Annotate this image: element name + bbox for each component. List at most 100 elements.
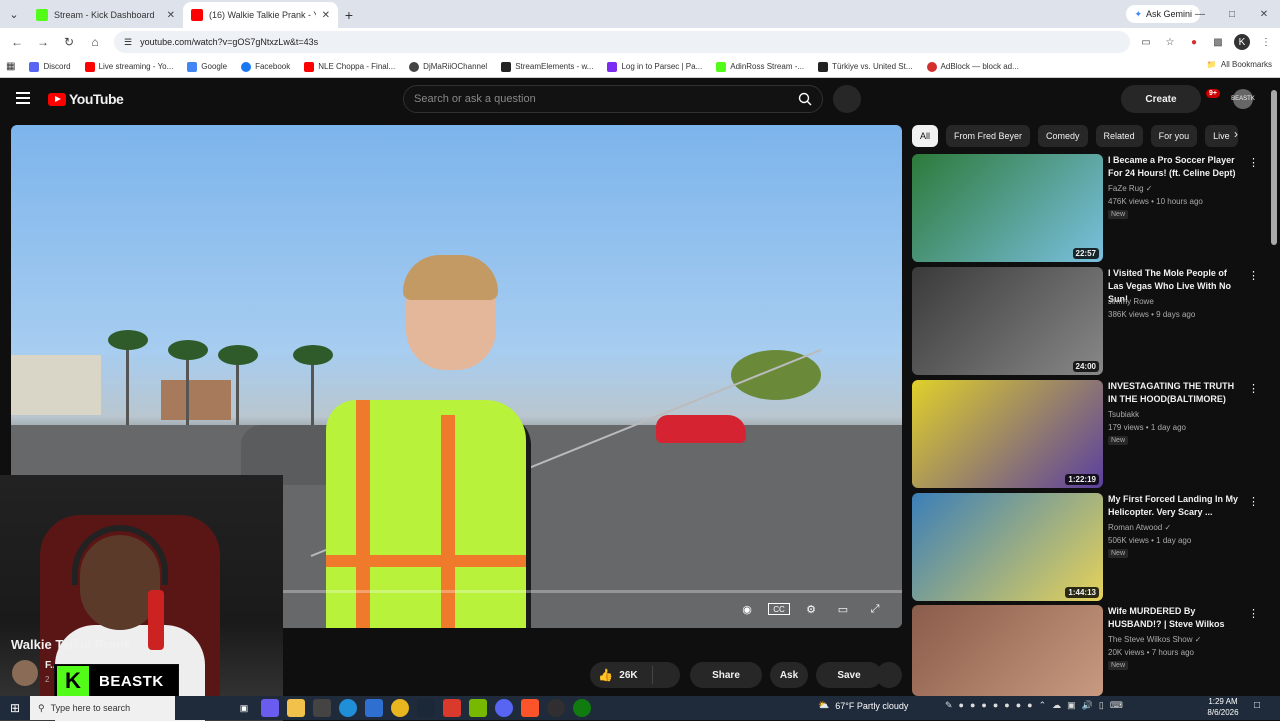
video-thumbnail[interactable]	[912, 605, 1103, 696]
tray-app-icon[interactable]: ●	[959, 700, 964, 711]
recommendation-channel[interactable]: The Steve Wilkos Show ✓	[1108, 635, 1201, 644]
video-thumbnail[interactable]: 1:44:13	[912, 493, 1103, 601]
bookmark-parsec[interactable]: Log in to Parsec | Pa...	[607, 61, 702, 72]
brave-icon[interactable]	[521, 699, 539, 717]
site-info-icon[interactable]: ☰	[124, 37, 132, 48]
back-icon[interactable]: ←	[6, 31, 28, 53]
chevron-right-icon[interactable]: ›	[1234, 127, 1238, 141]
network-icon[interactable]: ▣	[1067, 700, 1076, 711]
page-scrollbar[interactable]	[1271, 90, 1277, 245]
calculator-icon[interactable]	[313, 699, 331, 717]
install-app-icon[interactable]: ▭	[1138, 34, 1154, 50]
chip-related[interactable]: Related	[1095, 125, 1143, 147]
xbox-icon[interactable]	[573, 699, 591, 717]
store-icon[interactable]	[365, 699, 383, 717]
recommendation-title[interactable]: INVESTAGATING THE TRUTH IN THE HOOD(BALT…	[1108, 380, 1238, 406]
settings-gear-icon[interactable]: ⚙	[800, 600, 822, 618]
autoplay-toggle-icon[interactable]: ◉	[736, 600, 758, 618]
bookmark-djmarii[interactable]: DjMaRiiOChannel	[409, 61, 487, 72]
fullscreen-icon[interactable]: ⤢	[864, 600, 886, 618]
tray-app-icon[interactable]: ●	[1004, 700, 1009, 711]
search-icon[interactable]	[788, 86, 822, 112]
extension-adblock-icon[interactable]: ●	[1186, 34, 1202, 50]
window-close-icon[interactable]: ✕	[1248, 0, 1280, 28]
voice-search-icon[interactable]	[833, 85, 861, 113]
taskbar-search-input[interactable]: ⚲ Type here to search	[30, 696, 175, 720]
all-bookmarks-button[interactable]: 📁 All Bookmarks	[1207, 60, 1272, 69]
close-icon[interactable]: ✕	[167, 10, 175, 21]
apps-icon[interactable]: ▦	[6, 61, 15, 72]
tray-app-icon[interactable]: ●	[993, 700, 998, 711]
recommendation-channel[interactable]: Roman Atwood ✓	[1108, 523, 1171, 532]
extensions-icon[interactable]: ▩	[1210, 34, 1226, 50]
copilot-icon[interactable]	[261, 699, 279, 717]
more-options-icon[interactable]: ⋮	[1248, 382, 1259, 395]
edge-icon[interactable]	[339, 699, 357, 717]
recommendation-channel[interactable]: Jimmy Rowe	[1108, 297, 1154, 306]
bookmark-nle-choppa[interactable]: NLE Choppa - Final...	[304, 61, 395, 72]
chip-for-you[interactable]: For you	[1150, 125, 1198, 147]
url-input[interactable]: ☰ youtube.com/watch?v=gOS7gNtxzLw&t=43s	[114, 31, 1130, 53]
tray-app-icon[interactable]: ●	[1016, 700, 1021, 711]
account-avatar[interactable]: BEASTK	[1231, 89, 1255, 109]
hamburger-menu-icon[interactable]	[16, 92, 30, 104]
forward-icon[interactable]: →	[32, 31, 54, 53]
ask-button[interactable]: Ask	[770, 662, 808, 688]
bookmark-google[interactable]: Google	[187, 61, 227, 72]
bookmark-turkiye[interactable]: Türkiye vs. United St...	[818, 61, 913, 72]
battery-icon[interactable]: ▯	[1099, 700, 1104, 711]
maximize-icon[interactable]: □	[1216, 0, 1248, 28]
taskbar-clock[interactable]: 1:29 AM 8/6/2026	[1196, 696, 1250, 718]
captions-icon[interactable]: CC	[768, 603, 790, 615]
tray-chevron-icon[interactable]: ⌃	[1039, 700, 1047, 711]
chrome-icon[interactable]	[391, 699, 409, 717]
tray-app-icon[interactable]: ●	[970, 700, 975, 711]
file-explorer-icon[interactable]	[287, 699, 305, 717]
close-icon[interactable]: ✕	[322, 10, 330, 21]
bookmark-star-icon[interactable]: ☆	[1162, 34, 1178, 50]
channel-avatar[interactable]	[12, 660, 38, 686]
keyboard-icon[interactable]: ⌨	[1110, 700, 1123, 711]
recommendation-title[interactable]: I Became a Pro Soccer Player For 24 Hour…	[1108, 154, 1238, 180]
chip-comedy[interactable]: Comedy	[1038, 125, 1088, 147]
steam-icon[interactable]	[417, 699, 435, 717]
more-actions-button[interactable]	[876, 662, 902, 688]
bookmark-discord[interactable]: Discord	[29, 61, 71, 72]
nvidia-icon[interactable]	[469, 699, 487, 717]
tab-search-icon[interactable]: ⌄	[0, 0, 28, 28]
home-icon[interactable]: ⌂	[84, 31, 106, 53]
chip-live[interactable]: Live	[1205, 125, 1238, 147]
search-input[interactable]: Search or ask a question	[403, 85, 823, 113]
dislike-icon[interactable]	[651, 666, 672, 684]
chip-all[interactable]: All	[912, 125, 939, 147]
video-thumbnail[interactable]: 24:00	[912, 267, 1103, 375]
more-options-icon[interactable]: ⋮	[1248, 269, 1259, 282]
more-options-icon[interactable]: ⋮	[1248, 607, 1259, 620]
chip-from-fred-beyer[interactable]: From Fred Beyer	[946, 125, 1031, 147]
notification-badge[interactable]: 9+	[1206, 89, 1220, 98]
chrome-menu-icon[interactable]: ⋮	[1258, 34, 1274, 50]
recommendation-item[interactable]: 1:22:19 INVESTAGATING THE TRUTH IN THE H…	[912, 380, 1259, 488]
volume-icon[interactable]: 🔊	[1082, 700, 1093, 711]
recommendation-title[interactable]: My First Forced Landing In My Helicopter…	[1108, 493, 1238, 519]
more-options-icon[interactable]: ⋮	[1248, 495, 1259, 508]
cloud-icon[interactable]: ☁	[1052, 700, 1061, 711]
more-options-icon[interactable]: ⋮	[1248, 156, 1259, 169]
notification-center-icon[interactable]: □	[1254, 700, 1270, 716]
recommendation-channel[interactable]: Tsubiakk	[1108, 410, 1139, 419]
tray-app-icon[interactable]: ●	[981, 700, 986, 711]
weather-widget[interactable]: ⛅ 67°F Partly cloudy	[818, 700, 908, 711]
obs-icon[interactable]	[547, 699, 565, 717]
video-thumbnail[interactable]: 22:57	[912, 154, 1103, 262]
tab-youtube[interactable]: (16) Walkie Talkie Prank - YouTube ✕	[183, 2, 338, 28]
recommendation-item[interactable]: 24:00 I Visited The Mole People of Las V…	[912, 267, 1259, 375]
new-tab-button[interactable]: +	[338, 2, 360, 28]
save-button[interactable]: Save	[816, 662, 882, 688]
discord-icon[interactable]	[495, 699, 513, 717]
share-button[interactable]: Share	[690, 662, 762, 688]
capture-icon[interactable]	[443, 699, 461, 717]
recommendation-title[interactable]: Wife MURDERED By HUSBAND!? | Steve Wilko…	[1108, 605, 1238, 631]
tray-app-icon[interactable]: ●	[1027, 700, 1032, 711]
bookmark-facebook[interactable]: Facebook	[241, 61, 290, 72]
recommendation-channel[interactable]: FaZe Rug ✓	[1108, 184, 1153, 193]
